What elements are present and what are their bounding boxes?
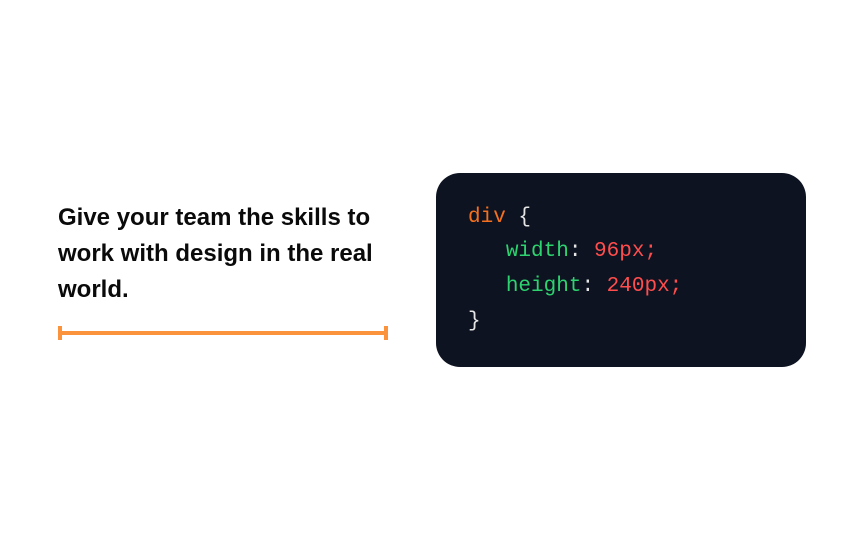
code-indent-0 bbox=[468, 240, 506, 263]
code-property-1: height bbox=[506, 275, 582, 298]
headline: Give your team the skills to work with d… bbox=[58, 200, 388, 308]
code-value-1: 240px bbox=[607, 275, 670, 298]
code-line-close: } bbox=[468, 305, 774, 340]
code-semicolon-1: ; bbox=[670, 275, 683, 298]
code-block: div { width: 96px; height: 240px; } bbox=[436, 173, 806, 368]
measure-bar bbox=[58, 326, 388, 340]
code-selector: div bbox=[468, 206, 506, 229]
code-indent-1 bbox=[468, 275, 506, 298]
code-semicolon-0: ; bbox=[644, 240, 657, 263]
measure-cap-right bbox=[384, 326, 388, 340]
code-brace-open: { bbox=[518, 206, 531, 229]
code-colon-0: : bbox=[569, 240, 594, 263]
code-line-rule-0: width: 96px; bbox=[468, 235, 774, 270]
code-line-rule-1: height: 240px; bbox=[468, 270, 774, 305]
code-line-open: div { bbox=[468, 201, 774, 236]
code-colon-1: : bbox=[581, 275, 606, 298]
measure-line bbox=[58, 331, 388, 335]
code-brace-close: } bbox=[468, 310, 481, 333]
code-value-0: 96px bbox=[594, 240, 644, 263]
left-section: Give your team the skills to work with d… bbox=[58, 200, 388, 340]
code-property-0: width bbox=[506, 240, 569, 263]
